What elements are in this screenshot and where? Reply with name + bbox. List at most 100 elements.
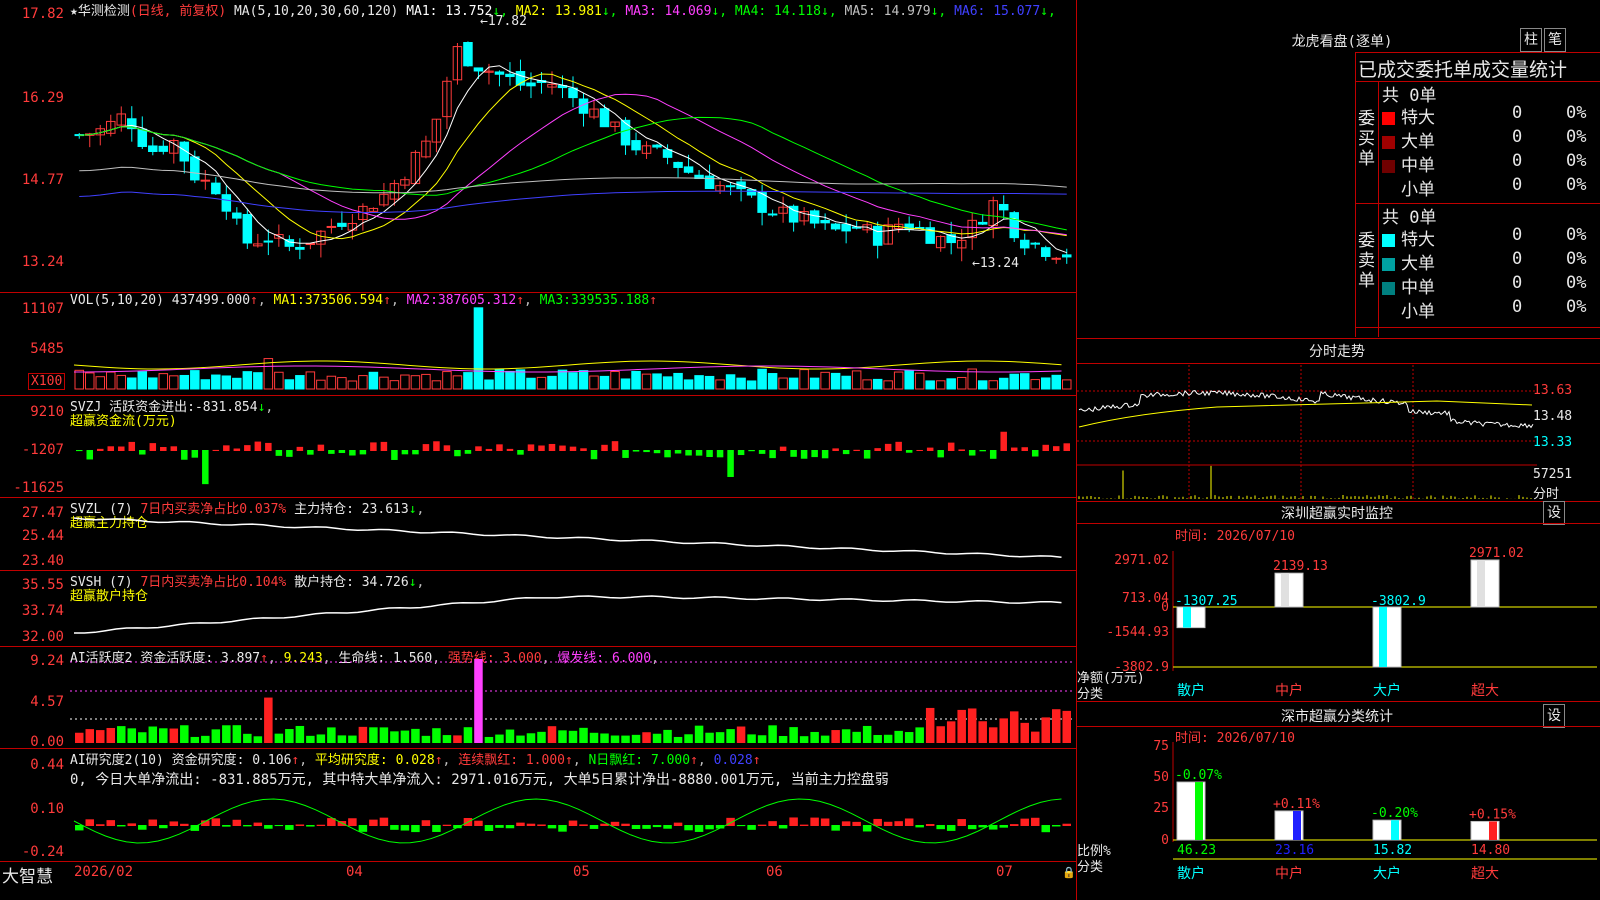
fund-flow-bar bbox=[842, 450, 850, 455]
svzl-panel[interactable]: SVZL (7) 7日内买卖净占比0.037% 主力持仓: 23.613↓, 超… bbox=[0, 498, 1076, 571]
lock-icon[interactable]: 🔒 bbox=[1062, 866, 1076, 879]
tick-view-button[interactable]: 笔 bbox=[1544, 28, 1566, 52]
volume-bar bbox=[914, 372, 925, 390]
brand-logo[interactable]: 大智慧 bbox=[2, 862, 53, 887]
activity-bar bbox=[568, 730, 578, 743]
candle bbox=[662, 149, 673, 158]
volume-bar bbox=[484, 379, 494, 390]
research-bar bbox=[369, 819, 378, 826]
order-row-value: 0 bbox=[1512, 175, 1523, 195]
activity-bar bbox=[516, 735, 525, 743]
activity-bar bbox=[579, 727, 588, 743]
volume-bar bbox=[872, 378, 883, 390]
candle bbox=[505, 73, 515, 78]
fund-flow-bar bbox=[496, 444, 503, 451]
sz-monitor-panel[interactable]: 深圳超赢实时监控 设 时间: 2026/07/10 净额(万元) 分类 2971… bbox=[1077, 501, 1600, 702]
activity-bar bbox=[432, 728, 441, 743]
research-bar bbox=[316, 824, 326, 826]
fund-flow-bar bbox=[391, 450, 398, 460]
activity-bar bbox=[831, 730, 840, 743]
volume-bar bbox=[841, 375, 851, 390]
candle bbox=[725, 185, 736, 188]
volume-bar bbox=[242, 371, 253, 390]
fund-flow-bar bbox=[769, 450, 776, 459]
order-row-percent: 0% bbox=[1566, 151, 1587, 171]
order-row-value: 0 bbox=[1512, 297, 1523, 317]
retail-holding-line bbox=[73, 595, 1062, 634]
activity-bar bbox=[999, 718, 1008, 743]
volume-bar bbox=[788, 377, 799, 390]
candle bbox=[683, 166, 694, 173]
research-bar bbox=[505, 825, 515, 829]
research-bar bbox=[642, 825, 651, 829]
time-axis[interactable]: 大智慧 2026/02 04 05 06 07 🔒 bbox=[0, 862, 1076, 900]
order-row-name: 中单 bbox=[1401, 278, 1435, 298]
bar-view-button[interactable]: 柱 bbox=[1520, 28, 1542, 52]
research-bar bbox=[232, 819, 242, 826]
activity-bar bbox=[642, 732, 651, 743]
fund-flow-bar bbox=[454, 450, 461, 457]
price-panel[interactable]: ★华测检测(日线, 前复权) MA(5,10,20,30,60,120) MA1… bbox=[0, 0, 1076, 293]
cls-axis-label: 0 bbox=[1161, 833, 1169, 848]
volume-bar bbox=[452, 375, 463, 390]
volume-bar bbox=[767, 373, 778, 390]
fund-flow-bar bbox=[244, 445, 251, 451]
svsh-panel[interactable]: SVSH (7) 7日内买卖净占比0.104% 散户持仓: 34.726↓, 超… bbox=[0, 571, 1076, 647]
activity-bar bbox=[358, 726, 368, 743]
volume-bar bbox=[431, 380, 442, 390]
fund-flow-bar bbox=[1031, 450, 1039, 457]
fund-flow-bar bbox=[716, 450, 724, 458]
activity-bar bbox=[232, 725, 242, 743]
ai-active-panel[interactable]: AI活跃度2 资金活跃度: 3.897↑, 9.243, 生命线: 1.560,… bbox=[0, 647, 1076, 750]
fund-flow-bar bbox=[254, 441, 262, 451]
candle bbox=[526, 82, 536, 87]
ai-research-panel[interactable]: AI研究度2(10) 资金研究度: 0.106↑, 平均研究度: 0.028↑,… bbox=[0, 749, 1076, 862]
research-bar bbox=[306, 825, 315, 827]
research-bar bbox=[526, 823, 536, 826]
candle bbox=[221, 194, 232, 212]
volume-bar bbox=[473, 307, 484, 390]
activity-bar bbox=[85, 729, 95, 743]
research-bar bbox=[810, 817, 819, 826]
research-bar bbox=[1020, 818, 1029, 826]
volume-bar bbox=[599, 375, 610, 390]
volume-panel[interactable]: VOL(5,10,20) 437499.000↑, MA1:373506.594… bbox=[0, 293, 1076, 396]
volume-bar bbox=[547, 375, 557, 390]
volume-bar bbox=[421, 373, 431, 390]
fund-flow-bar bbox=[1010, 447, 1018, 451]
volume-bar bbox=[337, 377, 347, 390]
intraday-panel[interactable]: 分时走势 13.63 13.48 13.33 57251 分时 bbox=[1077, 338, 1600, 502]
volume-bar bbox=[368, 371, 379, 390]
research-bar bbox=[390, 825, 399, 830]
candle bbox=[473, 67, 484, 72]
candlestick-chart[interactable] bbox=[0, 0, 1076, 292]
sz-class-panel[interactable]: 深市超赢分类统计 设 时间: 2026/07/10 比例% 分类 75 50 25 0… bbox=[1077, 702, 1600, 900]
fund-flow-bar bbox=[664, 450, 671, 458]
svzj-panel[interactable]: SVZJ 活跃资金进出:-831.854↓, 超赢资金流(万元) 9210 -1… bbox=[0, 396, 1076, 498]
research-bar bbox=[894, 821, 903, 826]
research-bar bbox=[127, 823, 137, 826]
volume-bar bbox=[956, 376, 967, 390]
activity-bar bbox=[558, 730, 567, 743]
fund-flow-bar bbox=[212, 449, 220, 451]
volume-bar bbox=[589, 375, 599, 390]
dragon-tiger-title: 龙虎看盘(逐单) bbox=[1291, 34, 1393, 50]
research-bar bbox=[274, 825, 284, 827]
volume-bar bbox=[253, 372, 263, 390]
fund-flow-bar bbox=[916, 449, 923, 451]
time-tick: 05 bbox=[573, 864, 590, 880]
research-bar bbox=[180, 823, 189, 826]
sz-category-label: 大户 bbox=[1373, 682, 1401, 699]
candle bbox=[599, 108, 610, 128]
activity-bar bbox=[757, 735, 767, 743]
research-bar bbox=[1062, 823, 1071, 826]
research-bar bbox=[222, 825, 231, 827]
research-bar bbox=[421, 820, 431, 826]
order-row-value: 0 bbox=[1512, 151, 1523, 171]
research-bar bbox=[568, 820, 578, 826]
research-bar bbox=[484, 825, 494, 831]
activity-bar bbox=[274, 733, 284, 743]
fund-flow-bar bbox=[937, 450, 944, 458]
volume-bar bbox=[379, 376, 389, 390]
research-bar bbox=[957, 819, 966, 826]
